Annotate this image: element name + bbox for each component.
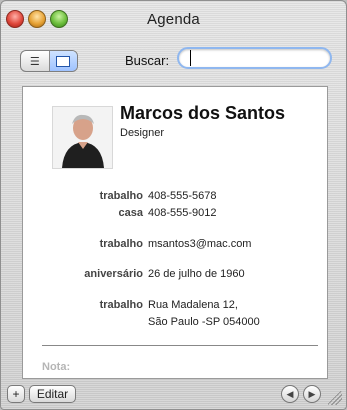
list-view-button[interactable]: ☰ [21,51,49,71]
forward-arrow-icon: ▶ [308,388,316,399]
phone-label-work: trabalho [99,190,143,202]
view-toggle: ☰ [20,50,78,72]
next-card-button[interactable]: ▶ [303,385,321,403]
contact-job-title: Designer [120,127,165,139]
email-value[interactable]: msantos3@mac.com [148,238,251,250]
person-photo-icon [53,107,112,168]
card-view-icon [56,55,71,67]
contact-name: Marcos dos Santos [120,103,286,123]
resize-grip-icon[interactable] [328,391,342,405]
note-label[interactable]: Nota: [42,361,70,373]
birthday-label: aniversário [84,268,143,280]
add-contact-button[interactable]: + [7,385,25,403]
contact-card: Marcos dos Santos Designer trabalho 408-… [22,86,328,379]
previous-card-button[interactable]: ◀ [281,385,299,403]
phone-value-home[interactable]: 408-555-9012 [148,207,217,219]
bottom-toolbar: + Editar ◀ ▶ [1,379,346,409]
phone-value-work[interactable]: 408-555-5678 [148,190,217,202]
title-bar: Agenda [1,1,346,39]
text-cursor [190,50,191,66]
notes-divider [42,345,318,346]
agenda-window: Agenda ☰ Buscar: Marcos dos Santos Desig… [0,0,347,410]
address-line-1[interactable]: Rua Madalena 12, [148,299,238,311]
address-label: trabalho [99,299,143,311]
search-label: Buscar: [125,53,170,68]
edit-button[interactable]: Editar [29,385,76,403]
list-view-icon: ☰ [29,54,40,68]
address-line-2[interactable]: São Paulo -SP 054000 [148,316,260,328]
search-input[interactable] [177,47,332,69]
email-label: trabalho [99,238,143,250]
window-title: Agenda [147,11,200,28]
phone-label-home: casa [118,207,143,219]
back-arrow-icon: ◀ [286,388,294,399]
contact-photo[interactable] [52,106,113,169]
card-view-button[interactable] [48,51,77,71]
birthday-value: 26 de julho de 1960 [148,268,245,280]
